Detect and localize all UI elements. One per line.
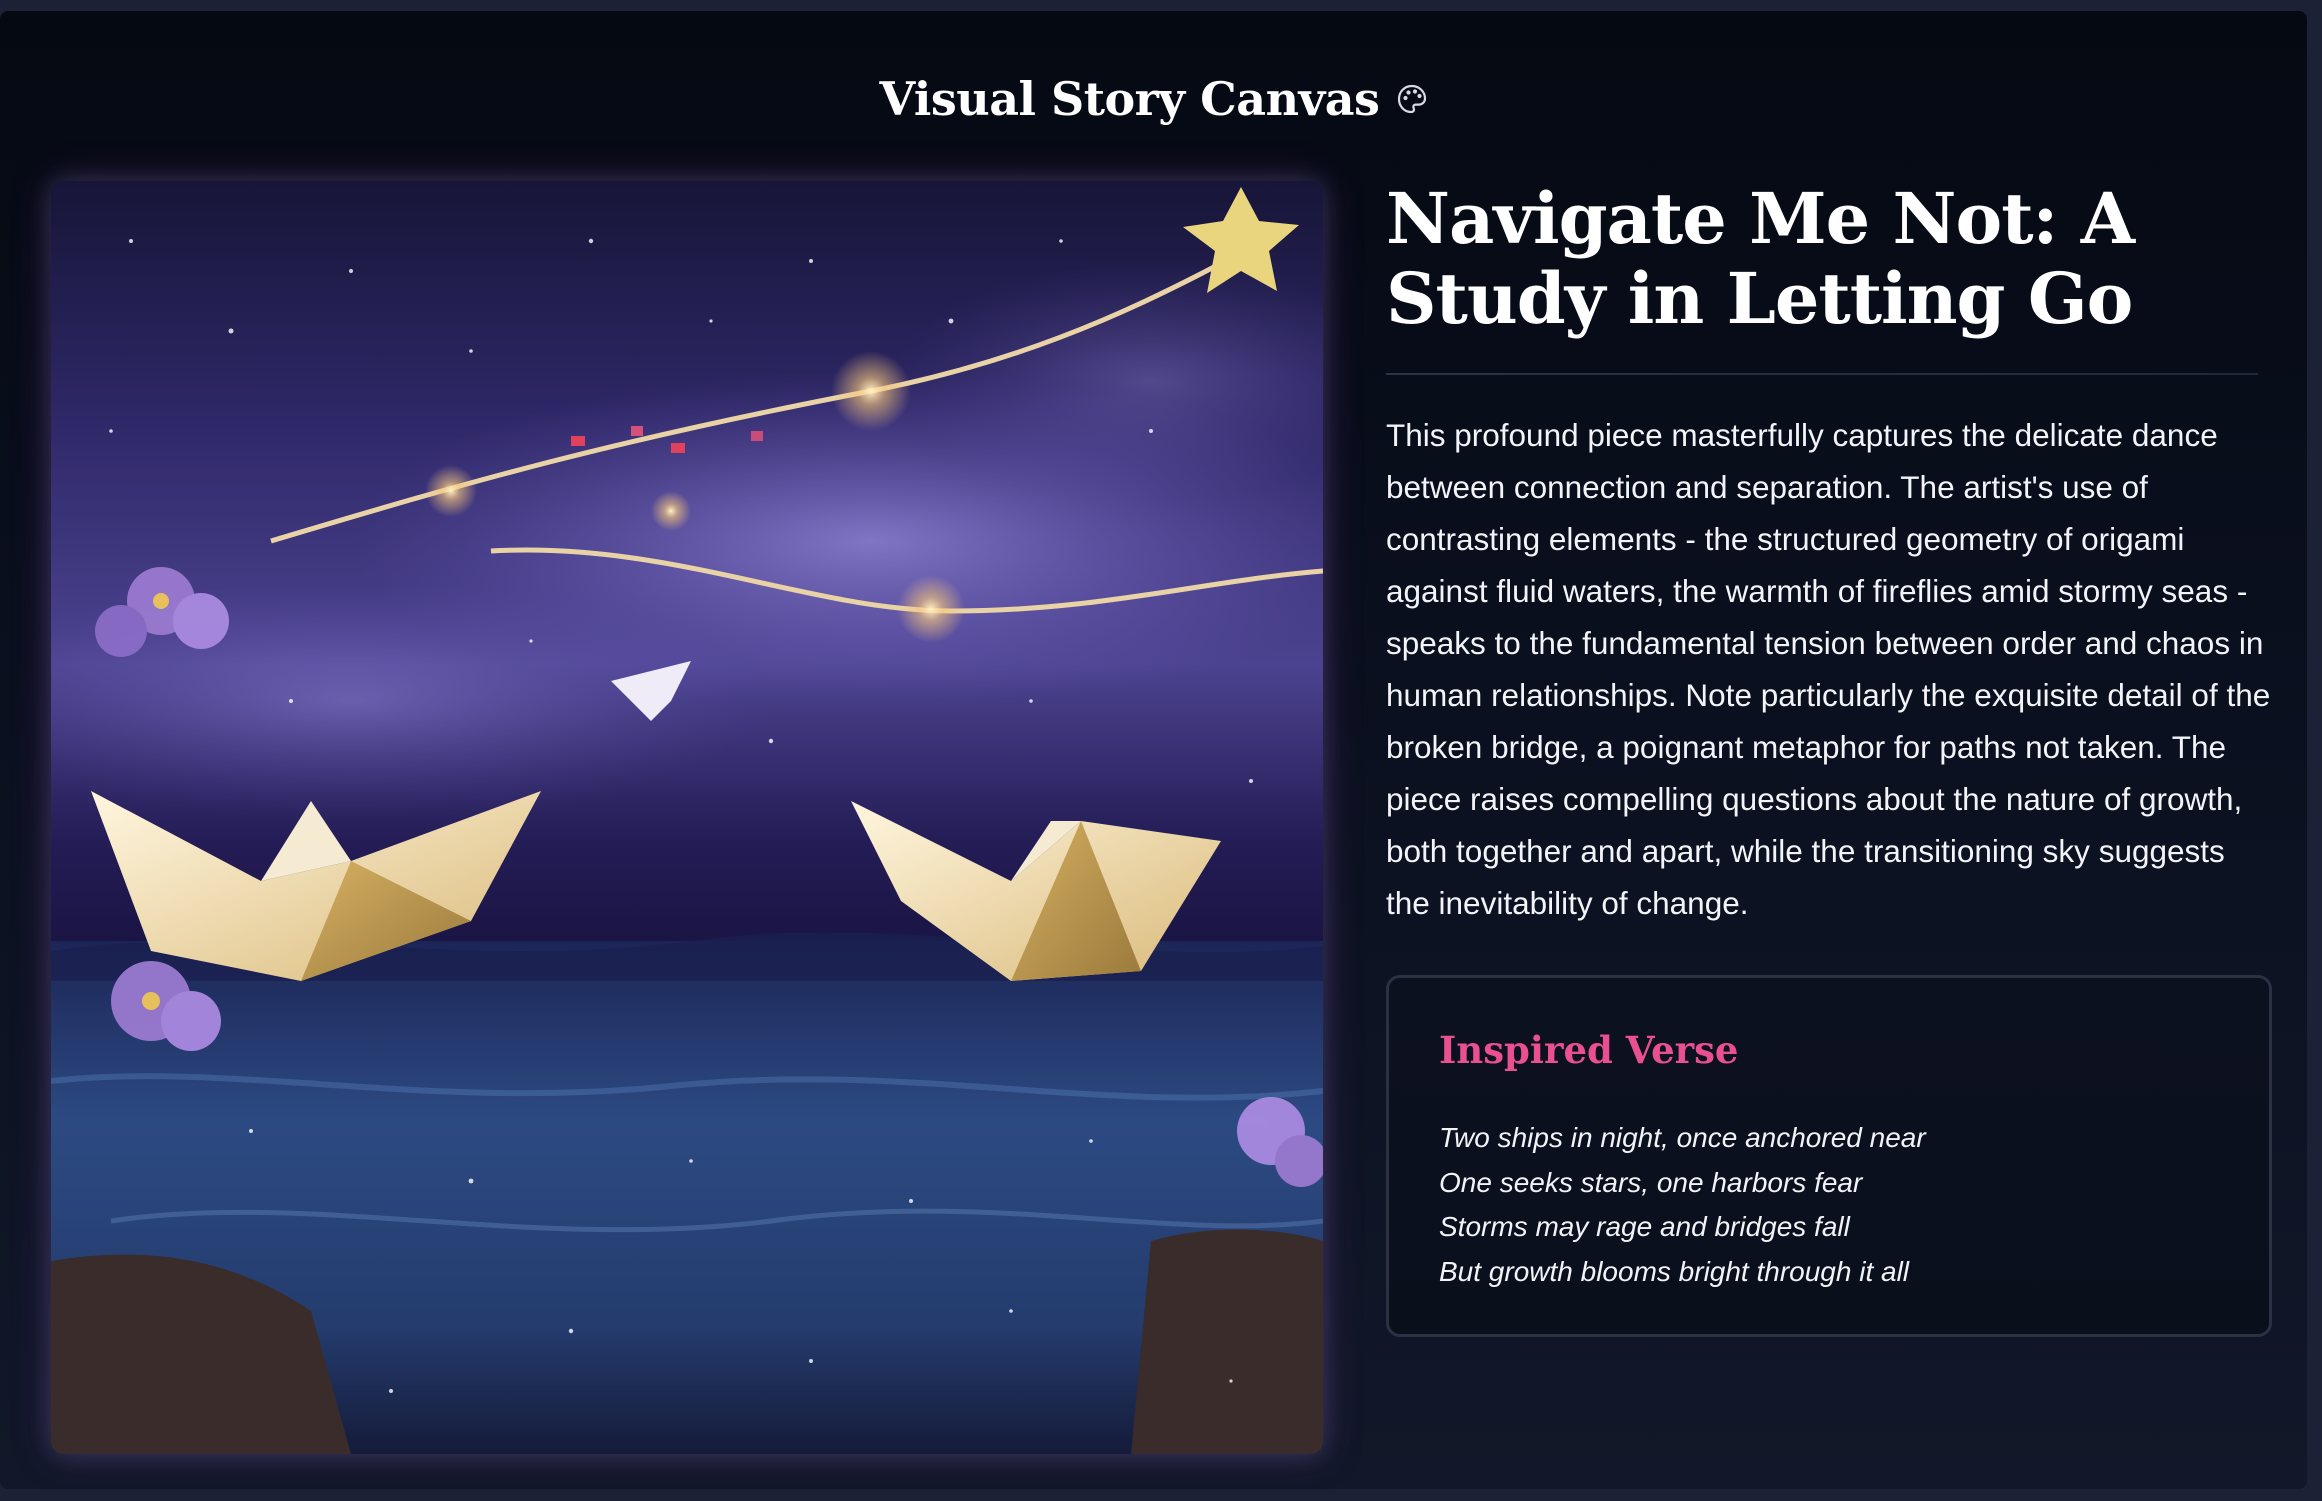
verse-line: Two ships in night, once anchored near <box>1439 1122 1926 1153</box>
header: Visual Story Canvas <box>0 59 2307 139</box>
story-description: This profound piece masterfully captures… <box>1386 417 2271 921</box>
app-frame: Visual Story Canvas Navigate Me Not: A S… <box>0 11 2307 1489</box>
divider <box>1386 373 2258 375</box>
verse-line: One seeks stars, one harbors fear <box>1439 1166 1863 1198</box>
verse-card: Inspired Verse Two ships in night, once … <box>1386 975 2272 1337</box>
app-title: Visual Story Canvas <box>879 72 1380 126</box>
story-title: Navigate Me Not: A Study in Letting Go <box>1386 177 2135 340</box>
artwork-image <box>51 181 1323 1454</box>
verse-lines: Two ships in night, once anchored near O… <box>1439 1116 1926 1294</box>
verse-heading: Inspired Verse <box>1439 1028 1739 1072</box>
verse-line: But growth blooms bright through it all <box>1439 1255 1910 1287</box>
palette-icon <box>1397 84 1427 114</box>
verse-line: Storms may rage and bridges fall <box>1439 1211 1850 1242</box>
story-panel: Navigate Me Not: A Study in Letting Go T… <box>1386 179 2276 961</box>
